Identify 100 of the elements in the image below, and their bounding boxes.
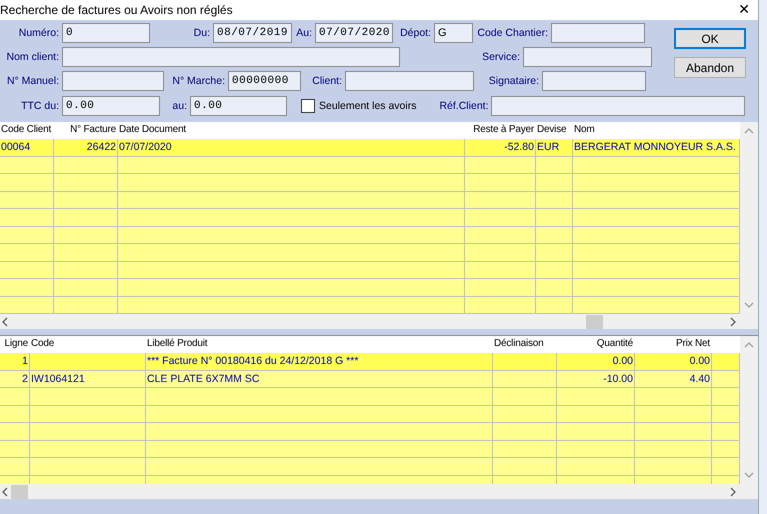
table-cell (0, 192, 54, 209)
table-cell (54, 279, 118, 296)
table-cell (0, 156, 54, 174)
input-field[interactable] (62, 47, 400, 67)
input-field[interactable] (523, 47, 652, 67)
field-label: N° Marche: (171, 75, 226, 87)
field-label: Du: (192, 27, 211, 39)
scroll-left-icon[interactable] (2, 486, 8, 496)
input-field[interactable]: 0.00 (190, 96, 287, 116)
table-cell (465, 244, 536, 262)
table-cell (536, 262, 573, 279)
table-cell: *** Facture N° 00180416 du 24/12/2018 G *** (146, 353, 493, 370)
field-label: Service: (481, 51, 521, 63)
table-cell (54, 156, 118, 174)
vertical-scrollbar[interactable] (740, 122, 758, 314)
cancel-button[interactable]: Abandon (674, 57, 746, 78)
table-cell (54, 262, 118, 279)
table-cell (465, 279, 536, 296)
scroll-down-icon[interactable] (744, 302, 754, 308)
table-cell: 1 (0, 353, 30, 370)
table-cell (465, 262, 536, 279)
table-row[interactable]: 1 *** Facture N° 00180416 du 24/12/2018 G *** 0.00 0.00 (0, 353, 740, 370)
table-cell (0, 279, 54, 296)
field-label: N° Manuel: (6, 75, 60, 87)
field-label: Numéro: (18, 27, 60, 39)
table-cell (0, 244, 54, 262)
table-cell (54, 244, 118, 262)
field-label: Nom client: (5, 51, 60, 63)
vertical-scrollbar[interactable] (740, 336, 758, 484)
table-cell: -52.80 (465, 139, 536, 156)
table-cell (493, 458, 557, 476)
field-label: Client: (311, 75, 343, 87)
input-field[interactable]: 00000000 (228, 71, 301, 91)
table-cell (493, 353, 557, 370)
input-field[interactable] (62, 71, 164, 91)
table-cell (0, 423, 30, 440)
table-cell (465, 226, 536, 244)
horizontal-scrollbar[interactable] (0, 314, 758, 329)
table-cell (54, 209, 118, 226)
field-label: au: (171, 100, 188, 112)
table-cell: 26422 (54, 139, 118, 156)
field-label: Réf.Client: (439, 100, 490, 112)
field-label: Dépot: (399, 27, 432, 39)
close-button[interactable]: ✕ (730, 0, 758, 20)
table-cell (0, 226, 54, 244)
table-cell (54, 174, 118, 192)
scroll-right-icon[interactable] (730, 316, 736, 326)
field-label: TTC du: (20, 100, 60, 112)
table-cell (0, 388, 30, 406)
input-field[interactable] (345, 71, 474, 91)
table-cell: 4.40 (635, 370, 712, 388)
table-cell (493, 388, 557, 406)
date-field[interactable]: 07/07/2020 (315, 23, 393, 43)
table-cell (0, 174, 54, 192)
table-cell (0, 209, 54, 226)
date-field[interactable]: 08/07/2019 (213, 23, 292, 43)
scroll-left-icon[interactable] (2, 316, 8, 326)
scroll-up-icon[interactable] (744, 128, 754, 134)
table-cell (465, 174, 536, 192)
input-field[interactable] (491, 96, 746, 116)
table-cell (536, 156, 573, 174)
table-cell (536, 192, 573, 209)
table-cell: 00064 (0, 139, 54, 156)
table-cell: IW1064121 (30, 370, 146, 388)
input-field[interactable]: 0.00 (62, 96, 160, 116)
table-cell (465, 192, 536, 209)
checkbox[interactable] (301, 99, 315, 113)
field-label: Code Chantier: (476, 27, 549, 39)
table-cell (493, 440, 557, 458)
table-cell (0, 406, 30, 423)
table-cell (54, 226, 118, 244)
table-cell: 0.00 (557, 353, 635, 370)
ok-button[interactable]: OK (674, 28, 746, 49)
scroll-thumb[interactable] (586, 314, 603, 328)
table-cell (493, 423, 557, 440)
input-field[interactable]: G (434, 23, 473, 43)
field-label: Signataire: (488, 75, 540, 87)
table-cell: -10.00 (557, 370, 635, 388)
table-cell (54, 192, 118, 209)
table-cell (493, 370, 557, 388)
scroll-right-icon[interactable] (730, 486, 736, 496)
table-cell: CLE PLATE 6X7MM SC (146, 370, 493, 388)
input-field[interactable]: 0 (62, 23, 150, 43)
table-cell: EUR (536, 139, 573, 156)
horizontal-scrollbar[interactable] (0, 484, 758, 499)
table-row[interactable]: 00064 26422 07/07/2020 -52.80 EUR BERGERAT MONNOYEUR S.A.S. (0, 139, 740, 156)
scroll-thumb[interactable] (11, 484, 28, 498)
table-cell (536, 226, 573, 244)
table-cell: BERGERAT MONNOYEUR S.A.S. (573, 139, 740, 156)
table-cell (536, 209, 573, 226)
table-cell (536, 244, 573, 262)
input-field[interactable] (542, 71, 646, 91)
table-cell (0, 458, 30, 476)
scroll-up-icon[interactable] (744, 342, 754, 348)
scroll-down-icon[interactable] (744, 472, 754, 478)
table-cell (536, 174, 573, 192)
field-label: Au: (295, 27, 313, 39)
window-title: Recherche de factures ou Avoirs non réglés (0, 3, 233, 17)
table-row[interactable]: 2 IW1064121 CLE PLATE 6X7MM SC -10.00 4.40 (0, 370, 740, 388)
input-field[interactable] (551, 23, 645, 43)
